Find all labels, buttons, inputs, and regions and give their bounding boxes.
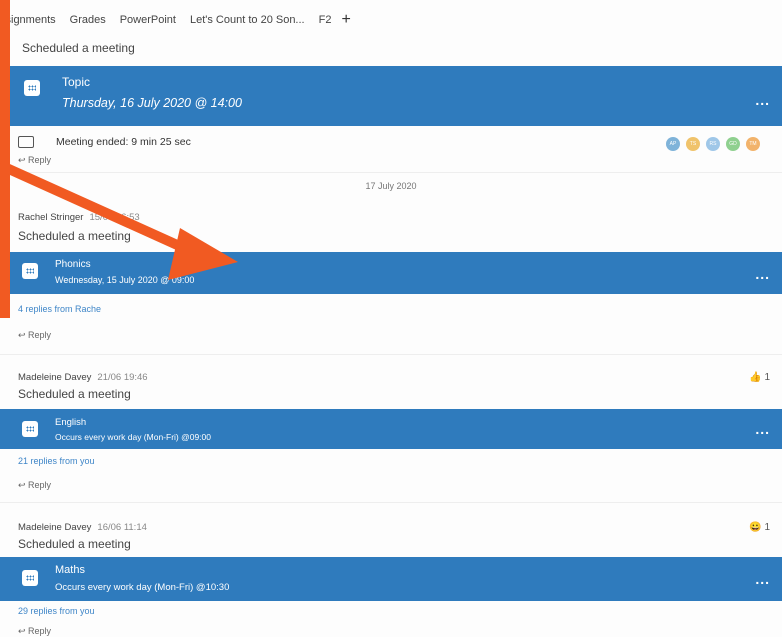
tab-powerpoint[interactable]: PowerPoint — [120, 14, 176, 26]
reply-link[interactable]: ↩ Reply — [18, 480, 51, 491]
reply-link[interactable]: ↩ Reply — [18, 330, 51, 341]
meeting-card-topic[interactable]: Topic Thursday, 16 July 2020 @ 14:00 ... — [0, 66, 782, 126]
post-3-meta: Madeleine Davey 21/06 19:46 — [18, 372, 148, 383]
date-divider: 17 July 2020 — [365, 181, 417, 191]
divider — [0, 354, 782, 355]
reply-link[interactable]: ↩ Reply — [18, 155, 51, 166]
avatar[interactable]: RS — [706, 137, 720, 151]
meeting-date: Occurs every work day (Mon-Fri) @09:00 — [55, 432, 212, 442]
meeting-card-english[interactable]: English Occurs every work day (Mon-Fri) … — [0, 409, 782, 449]
author-name[interactable]: Rachel Stringer — [18, 212, 83, 223]
channel-tab-bar: ssignments Grades PowerPoint Let's Count… — [0, 8, 351, 32]
meeting-date: Wednesday, 15 July 2020 @ 09:00 — [55, 275, 195, 285]
meeting-ended-row: Meeting ended: 9 min 25 sec — [18, 136, 191, 148]
post-time: 16/06 11:14 — [97, 522, 147, 533]
reaction-count: 1 — [764, 372, 770, 383]
meeting-ended-text: Meeting ended: 9 min 25 sec — [56, 136, 191, 148]
calendar-icon — [22, 421, 38, 437]
video-camera-icon — [18, 136, 34, 148]
post-time: 15/07 16:53 — [89, 212, 140, 223]
calendar-icon — [22, 263, 38, 279]
more-options-icon[interactable]: ... — [755, 92, 770, 108]
post-time: 21/06 19:46 — [97, 372, 148, 383]
post-4-meta: Madeleine Davey 16/06 11:14 — [18, 522, 147, 533]
like-reaction[interactable]: 👍 1 — [749, 372, 770, 383]
calendar-icon — [24, 80, 40, 96]
calendar-icon — [22, 570, 38, 586]
replies-link[interactable]: 29 replies from you — [18, 606, 95, 616]
meeting-title: English — [55, 417, 87, 428]
meeting-title: Phonics — [55, 259, 91, 270]
avatar[interactable]: TM — [746, 137, 760, 151]
divider — [0, 502, 782, 503]
smiley-icon: 😀 — [749, 522, 762, 533]
avatar[interactable]: AP — [666, 137, 680, 151]
replies-link[interactable]: 21 replies from you — [18, 456, 95, 466]
reply-label: Reply — [28, 330, 52, 340]
author-name[interactable]: Madeleine Davey — [18, 372, 91, 383]
reply-label: Reply — [28, 626, 52, 636]
more-options-icon[interactable]: ... — [755, 266, 770, 282]
divider — [0, 172, 782, 173]
participant-avatars: AP TS RS GD TM — [660, 137, 760, 151]
meeting-title: Maths — [55, 564, 85, 576]
thumbs-up-icon: 👍 — [749, 372, 762, 383]
meeting-date: Occurs every work day (Mon-Fri) @10:30 — [55, 582, 230, 593]
post-1-scheduled-text: Scheduled a meeting — [22, 41, 135, 55]
tab-grades[interactable]: Grades — [70, 14, 106, 26]
meeting-title: Topic — [62, 75, 91, 89]
post-2-meta: Rachel Stringer 15/07 16:53 — [18, 212, 140, 223]
avatar[interactable]: GD — [726, 137, 740, 151]
post-3-scheduled-text: Scheduled a meeting — [18, 387, 131, 401]
author-name[interactable]: Madeleine Davey — [18, 522, 91, 533]
tab-count-song[interactable]: Let's Count to 20 Son... — [190, 14, 305, 26]
more-options-icon[interactable]: ... — [755, 571, 770, 587]
avatar[interactable]: TS — [686, 137, 700, 151]
meeting-card-phonics[interactable]: Phonics Wednesday, 15 July 2020 @ 09:00 … — [0, 252, 782, 294]
add-tab-button[interactable]: + — [341, 11, 350, 29]
meeting-date: Thursday, 16 July 2020 @ 14:00 — [62, 96, 242, 110]
tab-f2[interactable]: F2 — [319, 14, 332, 26]
annotation-vertical-line — [0, 0, 10, 318]
smile-reaction[interactable]: 😀 1 — [749, 522, 770, 533]
replies-link[interactable]: 4 replies from Rache — [18, 304, 101, 314]
reply-label: Reply — [28, 480, 52, 490]
meeting-card-maths[interactable]: Maths Occurs every work day (Mon-Fri) @1… — [0, 557, 782, 601]
reply-link[interactable]: ↩ Reply — [18, 626, 51, 637]
post-4-scheduled-text: Scheduled a meeting — [18, 537, 131, 551]
reaction-count: 1 — [764, 522, 770, 533]
more-options-icon[interactable]: ... — [755, 421, 770, 437]
post-2-scheduled-text: Scheduled a meeting — [18, 229, 131, 243]
reply-label: Reply — [28, 155, 52, 165]
